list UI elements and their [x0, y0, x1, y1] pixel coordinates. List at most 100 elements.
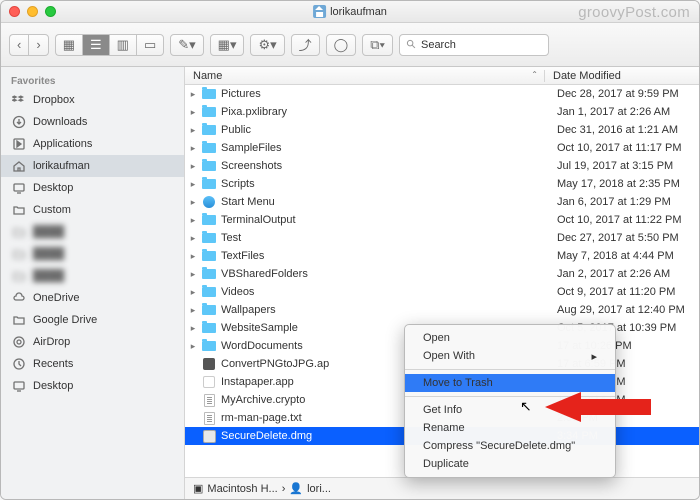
apps-icon	[11, 137, 27, 151]
file-date: Jan 2, 2017 at 2:26 AM	[549, 268, 699, 280]
share-button[interactable]: ⤴	[291, 34, 320, 56]
menu-item-rename[interactable]: Rename	[405, 419, 615, 437]
back-button[interactable]: ‹	[9, 34, 28, 56]
disclosure-triangle[interactable]: ▸	[185, 323, 201, 334]
file-icon	[201, 87, 217, 101]
menu-item-duplicate[interactable]: Duplicate	[405, 455, 615, 473]
file-row[interactable]: ▸TestDec 27, 2017 at 5:50 PM	[185, 229, 699, 247]
sidebar-item-OneDrive[interactable]: OneDrive	[1, 287, 184, 309]
file-row[interactable]: ▸PublicDec 31, 2016 at 1:21 AM	[185, 121, 699, 139]
dropbox-button[interactable]: ⧉▾	[362, 34, 393, 56]
file-row[interactable]: ▸Pixa.pxlibraryJan 1, 2017 at 2:26 AM	[185, 103, 699, 121]
disclosure-triangle[interactable]: ▸	[185, 107, 201, 118]
sidebar-item-label: Desktop	[33, 380, 73, 392]
search-placeholder: Search	[421, 39, 456, 51]
disclosure-triangle[interactable]: ▸	[185, 287, 201, 298]
path-bar[interactable]: ▣ Macintosh H... › 👤 lori...	[185, 477, 699, 499]
folder-icon	[11, 269, 27, 283]
user-icon: 👤	[289, 482, 303, 495]
gallery-view-button[interactable]: ▭	[136, 34, 164, 56]
file-icon	[201, 321, 217, 335]
list-view-button[interactable]: ☰	[82, 34, 109, 56]
sidebar-item-Desktop[interactable]: Desktop	[1, 177, 184, 199]
file-row[interactable]: ▸ ScreenshotsJul 19, 2017 at 3:15 PM	[185, 157, 699, 175]
file-date: Oct 9, 2017 at 11:20 PM	[549, 286, 699, 298]
column-view-button[interactable]: ▥	[109, 34, 136, 56]
close-button[interactable]	[9, 6, 20, 17]
disclosure-triangle[interactable]: ▸	[185, 269, 201, 280]
file-name: VBSharedFolders	[221, 268, 549, 280]
file-row[interactable]: ▸TextFilesMay 7, 2018 at 4:44 PM	[185, 247, 699, 265]
file-row[interactable]: ▸TerminalOutputOct 10, 2017 at 11:22 PM	[185, 211, 699, 229]
disclosure-triangle[interactable]: ▸	[185, 233, 201, 244]
file-icon	[201, 303, 217, 317]
file-row[interactable]: ▸VideosOct 9, 2017 at 11:20 PM	[185, 283, 699, 301]
file-date: Jan 1, 2017 at 2:26 AM	[549, 106, 699, 118]
icon-view-button[interactable]: ▦	[55, 34, 82, 56]
sidebar-item-Downloads[interactable]: Downloads	[1, 111, 184, 133]
file-row[interactable]: ▸WallpapersAug 29, 2017 at 12:40 PM	[185, 301, 699, 319]
sidebar-item-Recents[interactable]: Recents	[1, 353, 184, 375]
action-button[interactable]: ⚙▾	[250, 34, 284, 56]
file-icon	[201, 375, 217, 389]
file-row[interactable]: ▸PicturesDec 28, 2017 at 9:59 PM	[185, 85, 699, 103]
file-row[interactable]: ▸Start MenuJan 6, 2017 at 1:29 PM	[185, 193, 699, 211]
desktop-icon	[11, 379, 27, 393]
search-field[interactable]: Search	[399, 34, 549, 56]
tags-button[interactable]: ◯	[326, 34, 357, 56]
sidebar-item-hidden[interactable]: ████	[1, 221, 184, 243]
menu-item-label: Rename	[423, 422, 465, 434]
file-row[interactable]: ▸ VBSharedFoldersJan 2, 2017 at 2:26 AM	[185, 265, 699, 283]
disclosure-triangle[interactable]: ▸	[185, 251, 201, 262]
disclosure-triangle[interactable]: ▸	[185, 125, 201, 136]
sort-arrow-icon: ⌃	[531, 70, 538, 82]
file-icon	[201, 339, 217, 353]
column-name[interactable]: Name⌃	[185, 70, 545, 82]
menu-item-open-with[interactable]: Open With▸	[405, 347, 615, 365]
file-row[interactable]: ▸ScriptsMay 17, 2018 at 2:35 PM	[185, 175, 699, 193]
file-name: Screenshots	[221, 160, 549, 172]
file-name: TextFiles	[221, 250, 549, 262]
disclosure-triangle[interactable]: ▸	[185, 179, 201, 190]
menu-item-compress-securedelete-dmg-[interactable]: Compress "SecureDelete.dmg"	[405, 437, 615, 455]
sidebar-item-AirDrop[interactable]: AirDrop	[1, 331, 184, 353]
sidebar[interactable]: Favorites DropboxDownloadsApplicationslo…	[1, 67, 185, 499]
disclosure-triangle[interactable]: ▸	[185, 161, 201, 172]
disclosure-triangle[interactable]: ▸	[185, 215, 201, 226]
file-name: Wallpapers	[221, 304, 549, 316]
disclosure-triangle[interactable]: ▸	[185, 341, 201, 352]
sidebar-item-Applications[interactable]: Applications	[1, 133, 184, 155]
file-name: TerminalOutput	[221, 214, 549, 226]
sidebar-item-Google Drive[interactable]: Google Drive	[1, 309, 184, 331]
tool-button-1[interactable]: ✎▾	[170, 34, 203, 56]
folder-icon	[11, 203, 27, 217]
file-date: Jul 19, 2017 at 3:15 PM	[549, 160, 699, 172]
sidebar-item-Desktop[interactable]: Desktop	[1, 375, 184, 397]
menu-item-label: Duplicate	[423, 458, 469, 470]
sidebar-item-hidden[interactable]: ████	[1, 265, 184, 287]
arrange-button[interactable]: ▦▾	[210, 34, 245, 56]
file-name: Start Menu	[221, 196, 549, 208]
disclosure-triangle[interactable]: ▸	[185, 197, 201, 208]
disclosure-triangle[interactable]: ▸	[185, 89, 201, 100]
sidebar-header: Favorites	[1, 73, 184, 89]
disclosure-triangle[interactable]: ▸	[185, 143, 201, 154]
file-icon	[201, 357, 217, 371]
forward-button[interactable]: ›	[28, 34, 48, 56]
title-text: lorikaufman	[330, 6, 387, 18]
disclosure-triangle[interactable]: ▸	[185, 305, 201, 316]
sidebar-item-lorikaufman[interactable]: lorikaufman	[1, 155, 184, 177]
sidebar-item-hidden[interactable]: ████	[1, 243, 184, 265]
file-name: Pictures	[221, 88, 549, 100]
file-icon	[201, 249, 217, 263]
column-date[interactable]: Date Modified	[545, 70, 699, 82]
folder-icon	[11, 313, 27, 327]
home-icon	[11, 159, 27, 173]
file-row[interactable]: ▸SampleFilesOct 10, 2017 at 11:17 PM	[185, 139, 699, 157]
sidebar-item-Dropbox[interactable]: Dropbox	[1, 89, 184, 111]
zoom-button[interactable]	[45, 6, 56, 17]
menu-item-move-to-trash[interactable]: Move to Trash	[405, 374, 615, 392]
minimize-button[interactable]	[27, 6, 38, 17]
sidebar-item-Custom[interactable]: Custom	[1, 199, 184, 221]
menu-item-open[interactable]: Open	[405, 329, 615, 347]
